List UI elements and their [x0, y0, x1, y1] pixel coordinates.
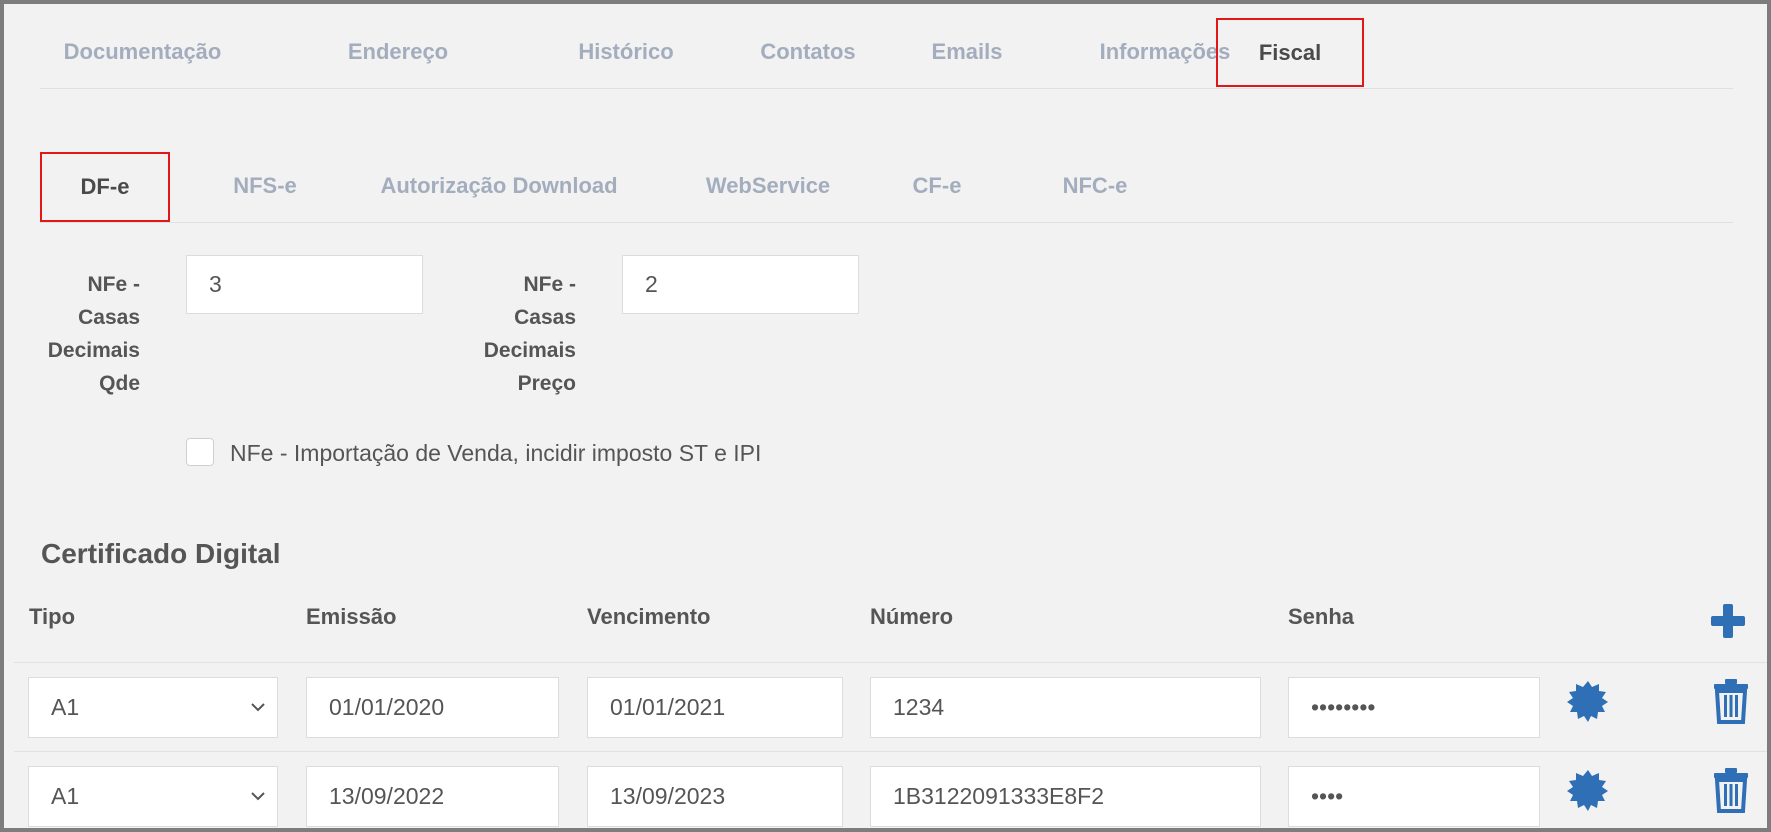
tab-fiscal[interactable]: Fiscal [1216, 18, 1364, 87]
col-header-senha: Senha [1288, 604, 1355, 629]
subtab-nfce[interactable]: NFC-e [1040, 152, 1150, 220]
col-header-emissao: Emissão [306, 604, 397, 629]
subtab-dfe[interactable]: DF-e [40, 152, 170, 222]
price-decimals-label: NFe - Casas Decimais Preço [483, 273, 576, 395]
tab-endereco[interactable]: Endereço [318, 18, 478, 86]
plus-icon [1711, 604, 1745, 638]
col-header-tipo: Tipo [29, 604, 76, 629]
app-window: Documentação Endereço Histórico Contatos… [0, 0, 1771, 832]
tipo-value: A1 [51, 694, 80, 720]
add-certificate-button[interactable] [1709, 602, 1747, 640]
main-tabs: Documentação Endereço Histórico Contatos… [40, 18, 1733, 89]
tab-historico[interactable]: Histórico [556, 18, 696, 86]
delete-row-button[interactable] [1712, 678, 1750, 724]
subtab-webservice[interactable]: WebService [688, 152, 848, 220]
subtab-autorizacao-download[interactable]: Autorização Download [364, 152, 634, 220]
trash-icon [1714, 768, 1748, 813]
col-header-numero: Número [870, 604, 954, 629]
badge-icon [1567, 770, 1608, 811]
vencimento-input[interactable]: 01/01/2021 [587, 677, 843, 738]
certificate-badge-button[interactable] [1567, 769, 1609, 811]
subtab-cfe[interactable]: CF-e [892, 152, 982, 220]
table-row: A1 01/01/2020 01/01/2021 1234 •••••••• [14, 663, 1767, 752]
chevron-down-icon [251, 703, 265, 712]
subtab-nfse[interactable]: NFS-e [200, 152, 330, 220]
tab-emails[interactable]: Emails [912, 18, 1022, 86]
col-header-vencimento: Vencimento [587, 604, 711, 629]
price-decimals-input[interactable] [622, 255, 859, 314]
badge-icon [1567, 681, 1608, 722]
tipo-value: A1 [51, 783, 80, 809]
table-row: A1 13/09/2022 13/09/2023 1B3122091333E8F… [14, 752, 1767, 828]
senha-input[interactable]: •••••••• [1288, 677, 1540, 738]
tab-contatos[interactable]: Contatos [738, 18, 878, 86]
numero-input[interactable]: 1234 [870, 677, 1261, 738]
qty-decimals-label: NFe - Casas Decimais Qde [47, 273, 140, 395]
certificate-section-title: Certificado Digital [41, 538, 281, 569]
emissao-input[interactable]: 13/09/2022 [306, 766, 559, 827]
qty-decimals-input[interactable] [186, 255, 423, 314]
tipo-select[interactable]: A1 [28, 677, 278, 738]
tab-documentacao[interactable]: Documentação [40, 18, 245, 86]
vencimento-input[interactable]: 13/09/2023 [587, 766, 843, 827]
emissao-input[interactable]: 01/01/2020 [306, 677, 559, 738]
import-st-ipi-label: NFe - Importação de Venda, incidir impos… [230, 440, 762, 466]
numero-input[interactable]: 1B3122091333E8F2 [870, 766, 1261, 827]
import-st-ipi-checkbox[interactable] [186, 438, 214, 466]
chevron-down-icon [251, 792, 265, 801]
fiscal-subtabs: DF-e NFS-e Autorização Download WebServi… [40, 152, 1733, 223]
certificate-badge-button[interactable] [1567, 680, 1609, 722]
tipo-select[interactable]: A1 [28, 766, 278, 827]
senha-input[interactable]: •••• [1288, 766, 1540, 827]
trash-icon [1714, 679, 1748, 724]
delete-row-button[interactable] [1712, 767, 1750, 813]
